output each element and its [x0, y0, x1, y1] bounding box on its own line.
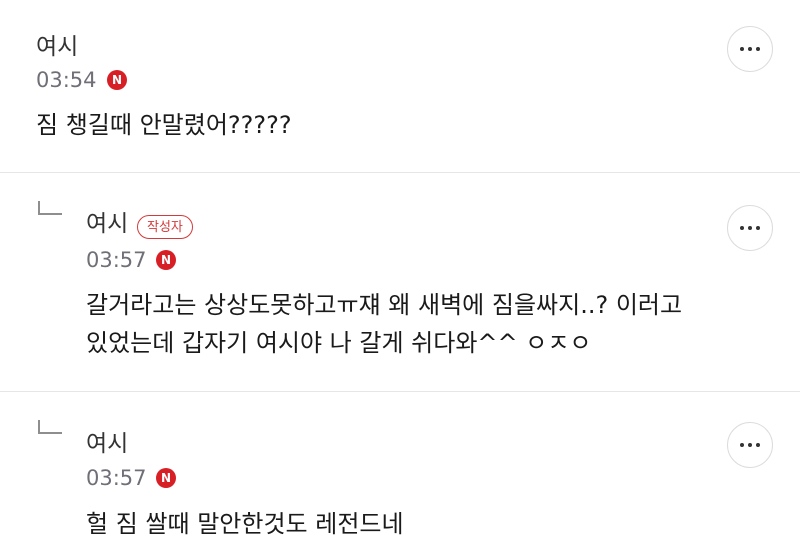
more-dot — [748, 443, 752, 447]
comment-item: 여시 03:54 N 짐 챙길때 안말렸어????? — [0, 0, 800, 172]
more-dot — [748, 226, 752, 230]
comment-text: 짐 챙길때 안말렸어????? — [36, 111, 292, 139]
new-badge: N — [107, 70, 127, 90]
reply-comment-item: 여시 03:57 N 헐 짐 쌀때 말안한것도 레전드네 — [0, 392, 800, 554]
new-badge: N — [156, 250, 176, 270]
more-dot — [748, 47, 752, 51]
author-badge: 작성자 — [137, 215, 193, 239]
reply-comment-item: 여시 작성자 03:57 N 갈거라고는 상상도못하고ㅠ쟤 왜 새벽에 짐을싸지… — [0, 173, 800, 391]
more-dot — [756, 226, 760, 230]
more-options-button[interactable] — [727, 422, 773, 468]
more-options-button[interactable] — [727, 205, 773, 251]
more-horizontal-icon — [740, 47, 744, 51]
more-horizontal-icon — [740, 226, 744, 230]
comment-text-line-1: 갈거라고는 상상도못하고ㅠ쟤 왜 새벽에 짐을싸지..? 이러고 — [86, 291, 683, 319]
comment-author[interactable]: 여시 — [86, 433, 128, 456]
comment-time: 03:57 — [86, 248, 147, 272]
comment-text-line-2: 있었는데 갑자기 여시야 나 갈게 쉬다와^^ ㅇㅈㅇ — [86, 329, 592, 357]
comment-time: 03:54 — [36, 68, 97, 92]
comment-time: 03:57 — [86, 466, 147, 490]
more-dot — [756, 47, 760, 51]
new-badge: N — [156, 468, 176, 488]
comment-text: 헐 짐 쌀때 말안한것도 레전드네 — [86, 510, 404, 538]
comment-author[interactable]: 여시 — [36, 36, 78, 59]
reply-arrow-icon — [38, 201, 62, 215]
comment-author[interactable]: 여시 — [86, 213, 128, 236]
reply-arrow-icon — [38, 420, 62, 434]
more-options-button[interactable] — [727, 26, 773, 72]
more-dot — [756, 443, 760, 447]
more-horizontal-icon — [740, 443, 744, 447]
